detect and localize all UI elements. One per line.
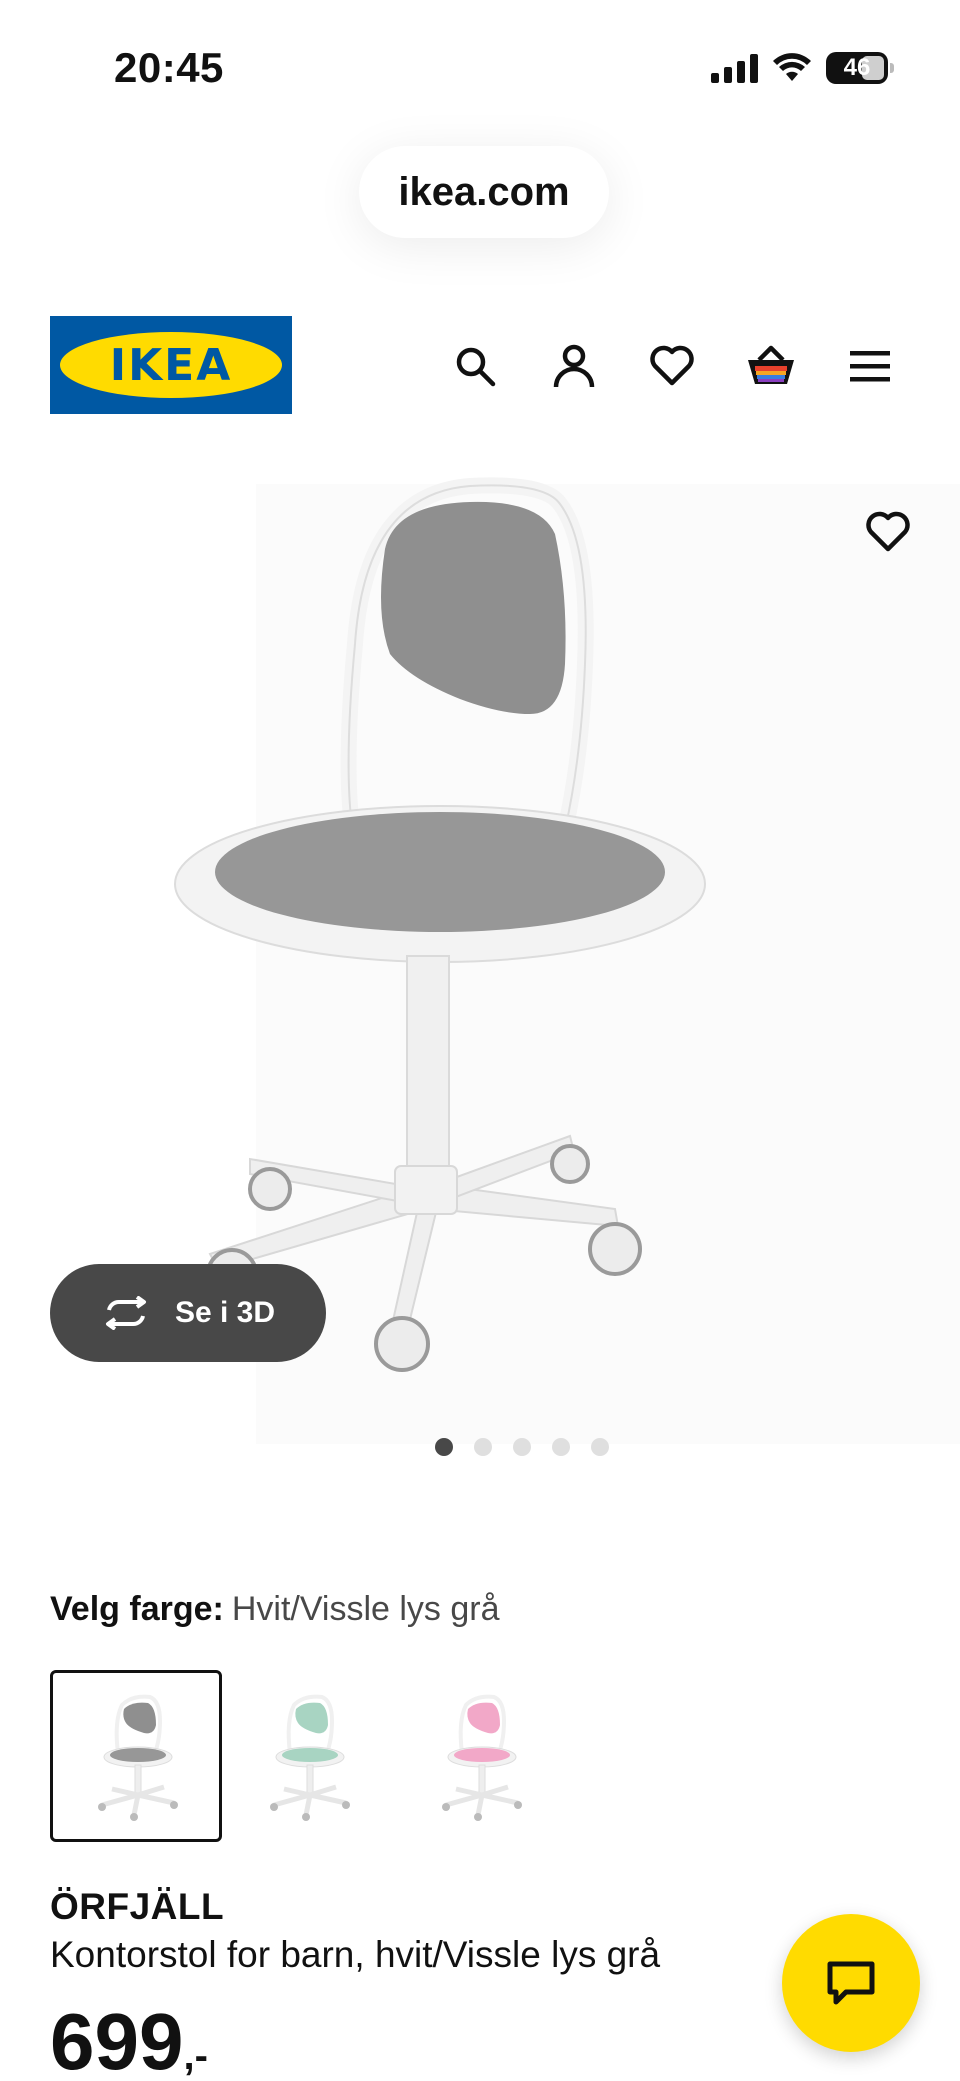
- status-bar: 20:45 46: [0, 0, 960, 120]
- chat-icon: [827, 1961, 875, 2005]
- chair-thumbnail-gray: [98, 1694, 178, 1821]
- carousel-dot[interactable]: [435, 1438, 453, 1456]
- color-swatches: [50, 1670, 566, 1842]
- price-amount: 699: [50, 1997, 184, 2081]
- rotate-3d-icon: [105, 1296, 146, 1330]
- ikea-logo[interactable]: IKEA: [50, 316, 292, 414]
- status-icons: 46: [711, 52, 894, 84]
- heart-icon: [866, 511, 910, 552]
- swatch-green[interactable]: [222, 1670, 394, 1842]
- wifi-icon: [773, 53, 811, 81]
- search-icon[interactable]: [447, 338, 503, 394]
- product-price: 699 ,-: [50, 1996, 208, 2081]
- chair-thumbnail-green: [270, 1694, 350, 1821]
- swatch-gray[interactable]: [50, 1670, 222, 1842]
- address-bar[interactable]: ikea.com: [359, 146, 609, 238]
- product-image-gallery[interactable]: Se i 3D: [0, 444, 960, 1444]
- view-3d-label: Se i 3D: [174, 1296, 276, 1329]
- product-name: ÖRFJÄLL: [50, 1886, 225, 1927]
- price-suffix: ,-: [183, 2034, 208, 2078]
- carousel-dot[interactable]: [552, 1438, 570, 1456]
- carousel-dot[interactable]: [474, 1438, 492, 1456]
- carousel-dot[interactable]: [513, 1438, 531, 1456]
- chair-thumbnail-pink: [442, 1694, 522, 1821]
- cart-icon[interactable]: [743, 338, 799, 394]
- status-time: 20:45: [114, 44, 224, 91]
- battery-level: 46: [843, 54, 871, 81]
- carousel-indicator: [42, 1438, 960, 1456]
- color-selection-label: Velg farge: Hvit/Vissle lys grå: [50, 1590, 500, 1629]
- menu-icon[interactable]: [842, 338, 898, 394]
- battery-icon: 46: [826, 52, 894, 84]
- cellular-signal-icon: [711, 53, 758, 83]
- chat-button[interactable]: [782, 1914, 920, 2052]
- swatch-pink[interactable]: [394, 1670, 566, 1842]
- account-icon[interactable]: [546, 338, 602, 394]
- product-description: Kontorstol for barn, hvit/Vissle lys grå: [50, 1934, 661, 1975]
- logo-text: IKEA: [109, 339, 233, 391]
- view-3d-button[interactable]: Se i 3D: [50, 1264, 326, 1362]
- color-value: Hvit/Vissle lys grå: [231, 1590, 500, 1628]
- carousel-dot[interactable]: [591, 1438, 609, 1456]
- add-to-wishlist-button[interactable]: [856, 500, 920, 564]
- color-label: Velg farge:: [50, 1590, 224, 1628]
- site-header: IKEA: [0, 316, 960, 416]
- wishlist-icon[interactable]: [644, 338, 700, 394]
